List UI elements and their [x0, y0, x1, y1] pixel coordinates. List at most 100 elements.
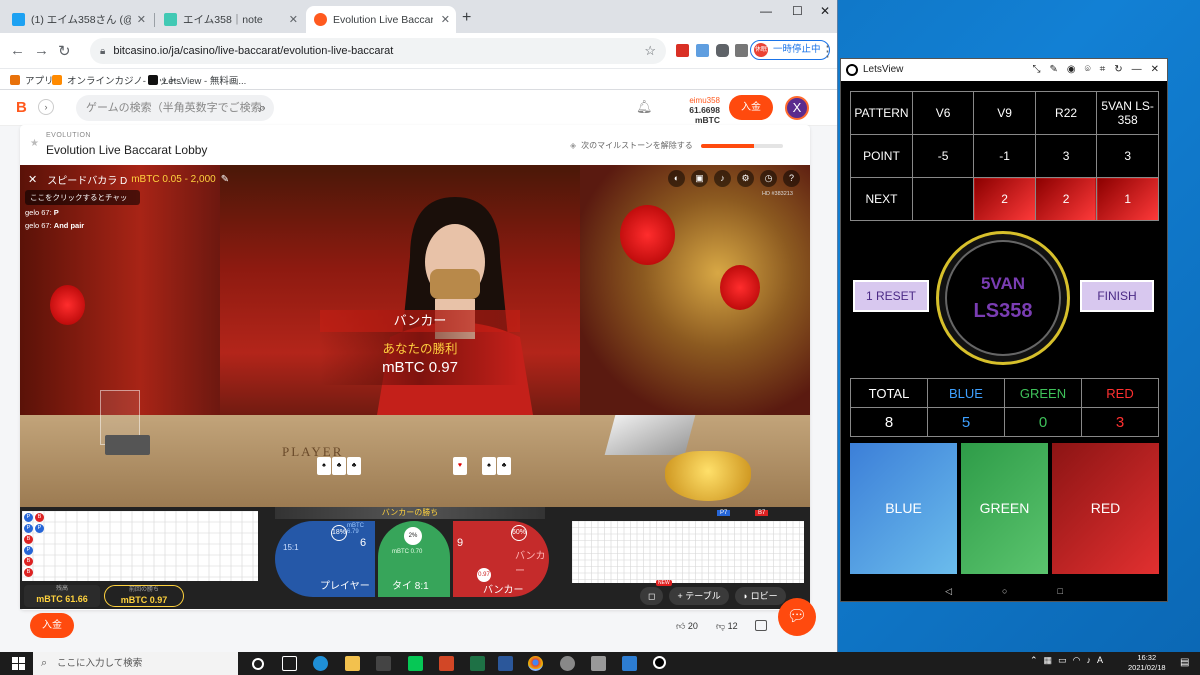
table-row: POINT -5 -1 3 3 [850, 134, 1159, 178]
screenshot-icon[interactable]: ⌾ [1085, 59, 1091, 81]
user-balance[interactable]: eimu358 61.6698 mBTC [668, 96, 720, 125]
minimize-icon[interactable]: — [760, 4, 772, 18]
calculator-icon[interactable] [591, 656, 606, 671]
profile-pause-button[interactable]: 休眠 一時停止中 [750, 40, 830, 60]
bet-banker[interactable]: 9 60% バンカー 0.97 バンカー [453, 521, 549, 597]
settings-icon[interactable]: ⚙ [737, 170, 754, 187]
windows-start-icon[interactable] [12, 657, 25, 670]
word-icon[interactable] [498, 656, 513, 671]
close-icon[interactable]: ✕ [441, 13, 450, 26]
deposit-button[interactable]: 入金 [30, 613, 74, 638]
extension-icon[interactable] [696, 44, 709, 57]
crop-icon[interactable]: ⌗ [1100, 59, 1106, 81]
cortana-icon[interactable] [252, 658, 264, 670]
chrome-icon[interactable] [528, 656, 543, 671]
favorite-star-icon[interactable]: ★ [30, 138, 39, 149]
photos-icon[interactable] [622, 656, 637, 671]
history-icon[interactable]: ◷ [760, 170, 777, 187]
letsview-icon[interactable] [653, 656, 666, 669]
pin-icon[interactable]: ✎ [221, 174, 229, 185]
notification-icon[interactable]: ▤ [1180, 657, 1189, 668]
taskbar-search-input[interactable]: ⌕ ここに入力して検索 [33, 652, 238, 675]
puzzle-icon[interactable] [716, 44, 729, 57]
table-cell: -1 [973, 134, 1036, 178]
reset-button[interactable]: 1 RESET [853, 280, 929, 312]
line-icon[interactable] [408, 656, 423, 671]
back-icon[interactable]: ◁ [945, 581, 952, 601]
bet-player[interactable]: 15:1 18% mBTC 6.79 6 プレイヤー [275, 521, 375, 597]
reading-list-icon[interactable] [735, 44, 748, 57]
clock[interactable]: 16:32 2021/02/18 [1128, 653, 1166, 673]
bookmark-letsview[interactable]: LetsView - 無料画... [148, 73, 246, 87]
tab-note[interactable]: エイム358｜note ✕ [156, 6, 304, 33]
bitcasino-logo[interactable]: B [16, 99, 27, 116]
bet-tie[interactable]: 2% mBTC 0.70 タイ 8:1 [378, 521, 450, 597]
like-button[interactable]: 👍︎ 20 [676, 621, 698, 632]
network-icon[interactable]: ▦ [1044, 655, 1053, 666]
blue-button[interactable]: BLUE [850, 443, 957, 574]
store-icon[interactable] [376, 656, 391, 671]
bookmark-apps[interactable]: アプリ [10, 73, 54, 87]
home-icon[interactable]: ○ [1002, 581, 1007, 601]
pen-icon[interactable]: ✎ [1049, 59, 1057, 81]
chat-input[interactable]: ここをクリックするとチャッ [25, 190, 140, 205]
close-icon[interactable]: ✕ [289, 13, 298, 26]
forward-icon[interactable]: → [34, 42, 49, 59]
tab-twitter[interactable]: (1) エイム358さん (@bzM0xnvXiN/ ✕ [4, 6, 152, 33]
close-icon[interactable]: ✕ [137, 13, 146, 26]
help-icon[interactable]: ? [783, 170, 800, 187]
powerpoint-icon[interactable] [439, 656, 454, 671]
add-table-button[interactable]: + テーブル [669, 587, 729, 605]
recents-icon[interactable]: □ [1057, 581, 1062, 601]
task-view-icon[interactable] [282, 656, 297, 671]
camera-icon[interactable]: ▣ [691, 170, 708, 187]
app-icon[interactable] [560, 656, 575, 671]
bookmark-star-icon[interactable]: ☆ [644, 43, 656, 59]
player-amount: mBTC 6.79 [347, 523, 364, 535]
chat-icon[interactable]: ◐ [668, 170, 685, 187]
tab-evolution[interactable]: Evolution Live Baccarat Lobb ✕ [306, 6, 456, 33]
support-chat-button[interactable]: 💬︎ [778, 598, 816, 636]
file-explorer-icon[interactable] [345, 656, 360, 671]
dislike-button[interactable]: 👎︎ 12 [716, 621, 738, 632]
red-button[interactable]: RED [1052, 443, 1159, 574]
banker-card: ♥ [453, 457, 467, 475]
green-button[interactable]: GREEN [961, 443, 1048, 574]
volume-icon[interactable]: ♪ [714, 170, 731, 187]
table-header: RED [1081, 378, 1159, 408]
address-bar[interactable]: 🔒︎ bitcasino.io/ja/casino/live-baccarat/… [90, 38, 666, 64]
battery-icon[interactable]: ▭ [1058, 655, 1067, 666]
wifi-icon[interactable]: ◠ [1073, 655, 1081, 666]
close-window-icon[interactable]: ✕ [820, 4, 830, 18]
close-icon[interactable]: ✕ [28, 173, 37, 186]
rotate-icon[interactable]: ↻ [1114, 59, 1122, 81]
live-video[interactable]: PLAYER ♠ ♣ ♣ ♥ ♠ ♣ ✕ スピードバカラ D mBTC 0.05… [20, 165, 810, 507]
chevron-right-icon[interactable]: › [38, 99, 54, 115]
new-tab-button[interactable]: + [462, 9, 471, 27]
finish-button[interactable]: FINISH [1080, 280, 1154, 312]
close-icon[interactable]: ✕ [1151, 59, 1159, 81]
chevron-up-icon[interactable]: ⌃ [1030, 655, 1038, 666]
lantern-decoration [620, 205, 675, 265]
menu-icon[interactable]: ⋮ [820, 42, 835, 60]
lobby-button[interactable]: ◗ ロビー [734, 587, 786, 605]
fullscreen-icon[interactable]: ⤡ [1032, 59, 1040, 81]
table-cell: NEXT [850, 177, 913, 221]
back-icon[interactable]: ← [10, 42, 25, 59]
pdf-extension-icon[interactable] [676, 44, 689, 57]
deposit-button[interactable]: 入金 [729, 95, 773, 120]
chat-toggle-button[interactable]: ◻ [640, 587, 664, 605]
ime-icon[interactable]: A [1097, 655, 1103, 666]
volume-icon[interactable]: ♪ [1086, 655, 1091, 666]
excel-icon[interactable] [470, 656, 485, 671]
reload-icon[interactable]: ↻ [58, 42, 71, 60]
avatar[interactable]: X [785, 96, 809, 120]
theater-icon[interactable] [755, 620, 767, 631]
minimize-icon[interactable]: — [1132, 59, 1142, 81]
search-icon[interactable]: ⌕ [259, 95, 266, 121]
record-icon[interactable]: ◉ [1067, 59, 1076, 81]
maximize-icon[interactable]: ☐ [792, 4, 803, 18]
bell-icon[interactable]: 🔔︎ [636, 99, 653, 115]
edge-icon[interactable] [313, 656, 328, 671]
game-search-input[interactable]: ゲームの検索（半角英数字でご検索- ⌕ [76, 95, 274, 121]
